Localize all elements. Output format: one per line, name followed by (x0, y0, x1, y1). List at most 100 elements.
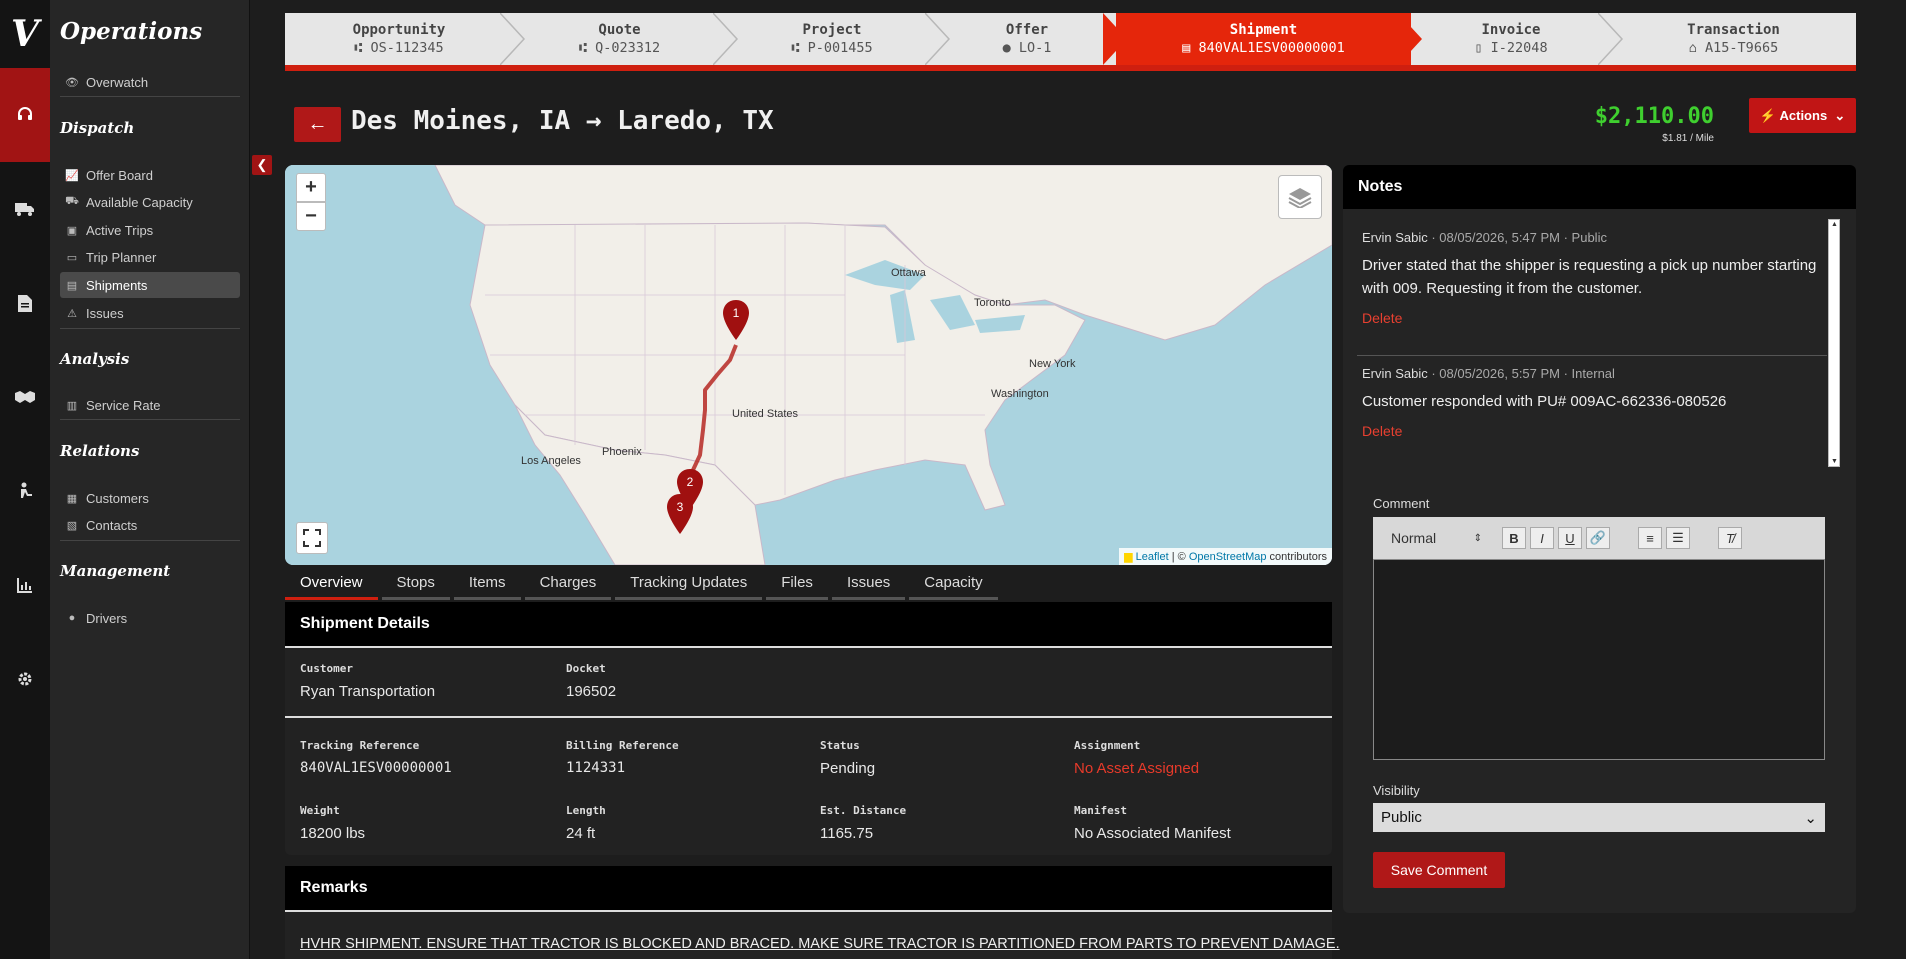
map-label-united-states: United States (732, 408, 799, 420)
building-icon: ▦ (66, 492, 78, 505)
collapse-sidebar-button[interactable]: ❮ (252, 155, 272, 175)
app-logo[interactable]: V (0, 0, 50, 68)
note-meta: Ervin Sabic · 08/05/2026, 5:57 PM · Inte… (1362, 366, 1834, 381)
arrow-left-icon: ← (307, 113, 328, 135)
actions-dropdown-button[interactable]: ⚡ Actions ⌄ (1749, 98, 1856, 133)
map-label-new-york: New York (1029, 358, 1076, 370)
underline-icon: U (1565, 530, 1575, 546)
nav-item-contacts[interactable]: ▧ Contacts (60, 512, 240, 538)
field-assignment: Assignment No Asset Assigned (1074, 739, 1199, 777)
tab-tracking-updates[interactable]: Tracking Updates (615, 568, 763, 600)
crumb-value: I-22048 (1490, 40, 1548, 56)
back-button[interactable]: ← (294, 107, 341, 142)
chevron-down-icon: ⌄ (1834, 107, 1846, 123)
crumb-opportunity[interactable]: Opportunity ⑆ OS-112345 (285, 13, 526, 65)
rail-relations[interactable] (0, 350, 50, 444)
tab-items[interactable]: Items (453, 568, 521, 600)
attribution-separator: | © (1168, 551, 1189, 563)
stop-marker-3[interactable]: 3 (665, 494, 695, 534)
visibility-select[interactable]: Public ⌄ (1373, 803, 1825, 832)
save-comment-button[interactable]: Save Comment (1373, 852, 1505, 888)
comment-editor[interactable] (1373, 559, 1825, 760)
field-billing-reference: Billing Reference 1124331 (566, 739, 679, 776)
bold-button[interactable]: B (1502, 527, 1526, 549)
field-value: 840VAL1ESV00000001 (300, 760, 452, 776)
zoom-out-button[interactable]: − (296, 202, 326, 231)
nav-label: Contacts (86, 517, 138, 533)
field-label: Weight (300, 804, 340, 817)
rail-operations[interactable] (0, 68, 50, 162)
leaflet-link[interactable]: Leaflet (1136, 551, 1169, 563)
zoom-in-button[interactable]: + (296, 173, 326, 202)
layers-button[interactable] (1278, 175, 1322, 219)
crumb-transaction[interactable]: Transaction ⌂ A15-T9665 (1611, 13, 1856, 65)
rail-drivers[interactable] (0, 444, 50, 538)
truck-icon: ⛟ (65, 195, 79, 207)
clear-format-button[interactable]: T̸ (1718, 527, 1742, 549)
osm-link[interactable]: OpenStreetMap (1189, 551, 1267, 563)
tab-capacity[interactable]: Capacity (909, 568, 998, 600)
crumb-shipment[interactable]: Shipment ▤ 840VAL1ESV00000001 (1116, 13, 1422, 65)
nav-label: Available Capacity (86, 194, 193, 210)
delete-note-button[interactable]: Delete (1362, 423, 1834, 439)
tab-issues[interactable]: Issues (831, 568, 906, 600)
italic-button[interactable]: I (1530, 527, 1554, 549)
nav-label: Active Trips (86, 222, 154, 238)
layers-icon (1288, 188, 1312, 208)
crumb-offer[interactable]: Offer ● LO-1 (938, 13, 1127, 65)
stop-marker-1[interactable]: 1 (721, 300, 751, 340)
crumb-project[interactable]: Project ⑆ P-001455 (726, 13, 951, 65)
nav-item-active-trips[interactable]: ▣ Active Trips (60, 217, 240, 243)
ordered-list-button[interactable]: ≡ (1638, 527, 1662, 549)
nav-item-trip-planner[interactable]: ▭ Trip Planner (60, 244, 240, 270)
delete-note-button[interactable]: Delete (1362, 310, 1834, 326)
remarks-text: HVHR SHIPMENT. ENSURE THAT TRACTOR IS BL… (300, 936, 1340, 952)
rail-documents[interactable] (0, 256, 50, 350)
route-map[interactable]: Ottawa Toronto New York Washington Unite… (285, 165, 1332, 565)
note-divider (1357, 355, 1827, 356)
bullet-list-button[interactable]: ☰ (1666, 527, 1690, 549)
nav-divider (60, 96, 240, 97)
nav-item-customers[interactable]: ▦ Customers (60, 485, 240, 511)
notes-scrollbar[interactable]: ▲ ▼ (1828, 219, 1840, 467)
field-manifest: Manifest No Associated Manifest (1074, 804, 1231, 842)
text-format-select[interactable]: Normal ⇕ (1389, 526, 1484, 550)
italic-icon: I (1540, 530, 1544, 546)
shipment-tabs: Overview Stops Items Charges Tracking Up… (285, 568, 1002, 600)
crumb-value: LO-1 (1018, 40, 1052, 56)
nav-item-offer-board[interactable]: 📈 Offer Board (60, 162, 240, 188)
chevron-separator (1398, 13, 1422, 65)
map-label-los-angeles: Los Angeles (521, 455, 581, 467)
crumb-value: 840VAL1ESV00000001 (1198, 40, 1345, 56)
field-value: 24 ft (566, 825, 596, 842)
tab-stops[interactable]: Stops (381, 568, 450, 600)
crumb-label: Opportunity (352, 22, 446, 38)
note-meta: Ervin Sabic · 08/05/2026, 5:47 PM · Publ… (1362, 230, 1834, 245)
crumb-quote[interactable]: Quote ⑆ Q-023312 (513, 13, 739, 65)
notes-list[interactable]: Ervin Sabic · 08/05/2026, 5:47 PM · Publ… (1343, 218, 1843, 474)
remarks-title: Remarks (285, 866, 1332, 912)
fullscreen-button[interactable] (296, 522, 328, 554)
shipment-details-panel: Shipment Details Customer Ryan Transporta… (285, 602, 1332, 855)
nav-item-service-rate[interactable]: ▥ Service Rate (60, 392, 240, 418)
nav-item-shipments[interactable]: ▤ Shipments (60, 272, 240, 298)
underline-button[interactable]: U (1558, 527, 1582, 549)
nav-item-overwatch[interactable]: 👁 Overwatch (60, 69, 240, 95)
nav-item-issues[interactable]: ⚠ Issues (60, 300, 240, 326)
rail-settings[interactable] (0, 632, 50, 726)
nav-label: Trip Planner (86, 249, 157, 265)
rail-analytics[interactable] (0, 538, 50, 632)
crumb-invoice[interactable]: Invoice ▯ I-22048 (1411, 13, 1624, 65)
tab-files[interactable]: Files (766, 568, 828, 600)
rail-trucking[interactable] (0, 162, 50, 256)
nav-item-drivers[interactable]: ● Drivers (60, 605, 240, 631)
chevron-separator (925, 13, 951, 65)
chevron-separator (1598, 13, 1624, 65)
tab-charges[interactable]: Charges (524, 568, 612, 600)
flow-icon: ⑆ (354, 40, 371, 56)
tab-overview[interactable]: Overview (285, 568, 378, 600)
chevron-left-icon: ❮ (256, 157, 268, 172)
link-button[interactable]: 🔗 (1586, 527, 1610, 549)
crumb-value: A15-T9665 (1705, 40, 1779, 56)
nav-item-available-capacity[interactable]: ⛟ Available Capacity (60, 189, 240, 215)
